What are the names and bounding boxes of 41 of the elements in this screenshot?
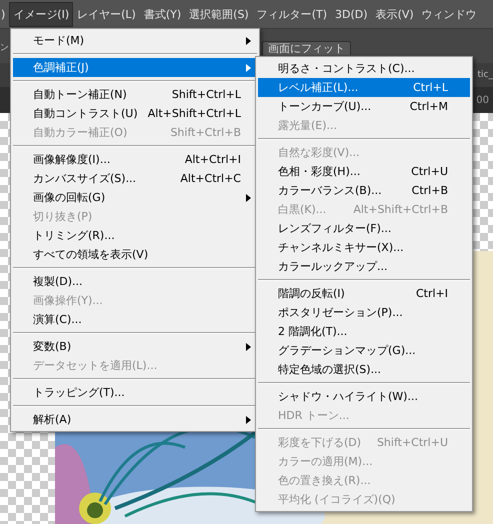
menu-bar-item[interactable]: ) xyxy=(0,2,10,26)
menu-item[interactable]: カラーバランス(B)... Ctrl+B xyxy=(258,181,470,200)
menu-item[interactable]: 自動コントラスト(U) Alt+Shift+Ctrl+L xyxy=(13,104,257,123)
menu-item[interactable]: 色調補正(J) xyxy=(13,58,257,77)
menu-item[interactable]: 自動トーン補正(N) Shift+Ctrl+L xyxy=(13,85,257,104)
menu-item[interactable]: 階調の反転(I) Ctrl+I xyxy=(258,284,470,303)
menu-item[interactable]: 画像解像度(I)... Alt+Ctrl+I xyxy=(13,150,257,169)
menu-item[interactable]: グラデーションマップ(G)... xyxy=(258,341,470,360)
menu-item[interactable]: モード(M) xyxy=(13,31,257,50)
fit-screen-button[interactable]: 画面にフィット xyxy=(262,41,351,55)
menu-bar-item[interactable]: 選択範囲(S) xyxy=(185,2,253,26)
toolbar-label: ン xyxy=(0,42,9,54)
menu-item[interactable]: 解析(A) xyxy=(13,410,257,429)
menu-bar-item[interactable]: レイヤー(L) xyxy=(73,2,140,26)
menu-bar-item[interactable]: イメージ(I) xyxy=(9,2,74,26)
menu-item[interactable]: レンズフィルター(F)... xyxy=(258,219,470,238)
menu-item[interactable]: ポスタリゼーション(P)... xyxy=(258,303,470,322)
menu-bar-item[interactable]: ウィンドウ xyxy=(418,2,481,26)
menu-item[interactable]: トラッピング(T)... xyxy=(13,383,257,402)
menu-item[interactable]: シャドウ・ハイライト(W)... xyxy=(258,387,470,406)
menu-item[interactable]: 変数(B) xyxy=(13,337,257,356)
menu-bar-item[interactable]: 表示(V) xyxy=(372,2,418,26)
menu-item[interactable]: トーンカーブ(U)... Ctrl+M xyxy=(258,97,470,116)
menu-item[interactable]: カラールックアップ... xyxy=(258,257,470,276)
menu-item[interactable]: 色相・彩度(H)... Ctrl+U xyxy=(258,162,470,181)
menu-item[interactable]: 演算(C)... xyxy=(13,310,257,329)
menu-item[interactable]: トリミング(R)... xyxy=(13,226,257,245)
menu-bar-item[interactable]: 3D(D) xyxy=(331,2,372,26)
menu-item[interactable]: 明るさ・コントラスト(C)... xyxy=(258,59,470,78)
ruler-label: 00 xyxy=(476,94,490,106)
menu-item[interactable]: チャンネルミキサー(X)... xyxy=(258,238,470,257)
menu-item[interactable]: レベル補正(L)... Ctrl+L xyxy=(258,78,470,97)
menu-item[interactable]: 画像の回転(G) xyxy=(13,188,257,207)
menu-item[interactable]: 2 階調化(T)... xyxy=(258,322,470,341)
menu-bar-item[interactable]: フィルター(T) xyxy=(252,2,332,26)
menu-bar-item[interactable]: 書式(Y) xyxy=(140,2,186,26)
menu-item[interactable]: 複製(D)... xyxy=(13,272,257,291)
document-tab[interactable]: tic_ xyxy=(478,70,493,80)
menu-item[interactable]: 特定色域の選択(S)... xyxy=(258,360,470,379)
menu-item[interactable]: カンバスサイズ(S)... Alt+Ctrl+C xyxy=(13,169,257,188)
menu-item[interactable]: すべての領域を表示(V) xyxy=(13,245,257,264)
